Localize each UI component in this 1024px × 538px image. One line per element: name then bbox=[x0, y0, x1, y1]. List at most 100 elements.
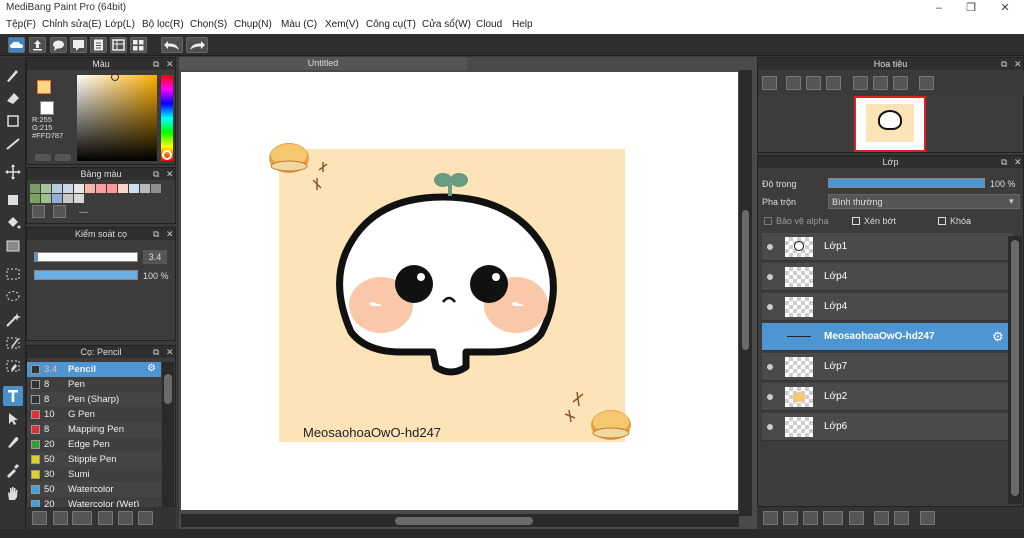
brush-list-scrollbar[interactable] bbox=[162, 362, 174, 508]
protect-alpha-checkbox[interactable] bbox=[764, 217, 772, 225]
fit-window-icon[interactable] bbox=[806, 76, 821, 90]
palette-swatch[interactable] bbox=[74, 194, 84, 203]
picker-cursor[interactable] bbox=[111, 73, 119, 81]
lock-checkbox[interactable] bbox=[938, 217, 946, 225]
palette-swatch[interactable] bbox=[140, 184, 150, 193]
close-panel-icon[interactable]: ✕ bbox=[1014, 156, 1022, 168]
palette-swatch[interactable] bbox=[129, 184, 139, 193]
trash-icon[interactable] bbox=[53, 205, 66, 218]
flip-icon[interactable] bbox=[919, 76, 934, 90]
select-tool-icon[interactable] bbox=[3, 264, 23, 284]
eye-icon[interactable] bbox=[767, 274, 773, 280]
palette-swatch[interactable] bbox=[41, 194, 51, 203]
menu-window[interactable]: Cửa sổ(W) bbox=[422, 19, 471, 30]
brush-opacity-slider[interactable] bbox=[34, 270, 138, 280]
close-panel-icon[interactable]: ✕ bbox=[166, 58, 174, 70]
undock-icon[interactable]: ⧉ bbox=[153, 228, 159, 240]
reset-rotation-icon[interactable] bbox=[873, 76, 888, 90]
palette-swatch[interactable] bbox=[107, 184, 117, 193]
layer-row[interactable]: Lớp7 bbox=[762, 353, 1013, 381]
clipping-checkbox[interactable] bbox=[852, 217, 860, 225]
fill-rect-tool-icon[interactable] bbox=[3, 190, 23, 210]
palette-swatch[interactable] bbox=[118, 184, 128, 193]
menu-select[interactable]: Chọn(S) bbox=[190, 19, 227, 30]
layer-row[interactable]: Lớp2 bbox=[762, 383, 1013, 411]
close-panel-icon[interactable]: ✕ bbox=[166, 228, 174, 240]
eraser-tool-icon[interactable] bbox=[3, 88, 23, 108]
undock-icon[interactable]: ⧉ bbox=[153, 346, 159, 358]
document-icon[interactable] bbox=[90, 37, 107, 53]
brush-item[interactable]: 10 G Pen bbox=[27, 407, 161, 422]
new-layer-icon[interactable] bbox=[763, 511, 778, 525]
menu-help[interactable]: Help bbox=[512, 19, 533, 30]
palette-swatch[interactable] bbox=[30, 194, 40, 203]
layer-row[interactable]: Lớp4 bbox=[762, 263, 1013, 291]
palette-swatch[interactable] bbox=[74, 184, 84, 193]
folder-icon[interactable] bbox=[849, 511, 864, 525]
menu-edit[interactable]: Chỉnh sửa(E) bbox=[42, 19, 102, 30]
grid-icon[interactable] bbox=[130, 37, 147, 53]
lasso-tool-icon[interactable] bbox=[3, 287, 23, 307]
brush-item[interactable]: 50 Stipple Pen bbox=[27, 452, 161, 467]
palette-swatch[interactable] bbox=[96, 184, 106, 193]
hue-slider-thumb[interactable] bbox=[162, 150, 172, 160]
undock-icon[interactable]: ⧉ bbox=[153, 168, 159, 180]
merge-down-icon[interactable] bbox=[894, 511, 909, 525]
menu-capture[interactable]: Chụp(N) bbox=[234, 19, 272, 30]
menu-file[interactable]: Tệp(F) bbox=[6, 19, 36, 30]
navigator-preview[interactable] bbox=[854, 96, 926, 152]
select-pen-icon[interactable] bbox=[3, 333, 23, 353]
brush-item[interactable]: 3.4 Pencil ⚙ bbox=[27, 362, 161, 377]
select-eraser-icon[interactable] bbox=[3, 356, 23, 376]
new-palette-button[interactable] bbox=[32, 205, 45, 218]
add-brush-icon[interactable] bbox=[32, 511, 47, 525]
blend-mode-select[interactable]: Bình thường ▾ bbox=[828, 194, 1020, 209]
palette-swatch[interactable] bbox=[30, 184, 40, 193]
canvas-horizontal-scrollbar[interactable] bbox=[181, 514, 739, 527]
palette-swatch[interactable] bbox=[52, 194, 62, 203]
eyedropper-tool-icon[interactable] bbox=[3, 460, 23, 480]
brush-item[interactable]: 50 Watercolor bbox=[27, 482, 161, 497]
close-panel-icon[interactable]: ✕ bbox=[166, 346, 174, 358]
folder-icon[interactable] bbox=[118, 511, 133, 525]
gear-icon[interactable]: ⚙ bbox=[992, 329, 1004, 345]
brush-item[interactable]: 8 Pen bbox=[27, 377, 161, 392]
undock-icon[interactable]: ⧉ bbox=[1001, 58, 1007, 70]
eye-icon[interactable] bbox=[767, 394, 773, 400]
close-panel-icon[interactable]: ✕ bbox=[166, 168, 174, 180]
layer-opacity-slider[interactable] bbox=[828, 178, 985, 188]
close-button[interactable]: ✕ bbox=[990, 0, 1020, 17]
new-halftone-layer-icon[interactable] bbox=[783, 511, 798, 525]
layer-row[interactable]: Lớp6 bbox=[762, 413, 1013, 441]
line-tool-icon[interactable] bbox=[3, 134, 23, 154]
brush-item[interactable]: 30 Sumi bbox=[27, 467, 161, 482]
palette-swatch[interactable] bbox=[63, 184, 73, 193]
menu-layer[interactable]: Lớp(L) bbox=[105, 19, 135, 30]
secondary-color-swatch[interactable] bbox=[40, 101, 54, 115]
zoom-fit-icon[interactable] bbox=[762, 76, 777, 90]
grid-doc-icon[interactable] bbox=[110, 37, 127, 53]
palette-swatch[interactable] bbox=[52, 184, 62, 193]
eyedrop-color-button[interactable] bbox=[55, 154, 71, 161]
menu-color[interactable]: Màu (C) bbox=[281, 19, 317, 30]
minimize-button[interactable]: – bbox=[924, 0, 954, 17]
palette-swatch[interactable] bbox=[151, 184, 161, 193]
undo-icon[interactable] bbox=[161, 37, 183, 53]
menu-cloud[interactable]: Cloud bbox=[476, 19, 502, 30]
brush-menu-icon[interactable] bbox=[72, 511, 92, 525]
eye-icon[interactable] bbox=[767, 244, 773, 250]
move-tool-icon[interactable] bbox=[3, 162, 23, 182]
rotate-right-icon[interactable] bbox=[893, 76, 908, 90]
menu-filter[interactable]: Bộ lọc(R) bbox=[142, 19, 184, 30]
brush-size-value[interactable]: 3.4 bbox=[143, 250, 167, 264]
chat-icon[interactable] bbox=[50, 37, 67, 53]
layer-row[interactable]: MeosaohoaOwO-hd247 ⚙ bbox=[762, 323, 1013, 351]
brush-size-slider[interactable] bbox=[34, 252, 138, 262]
text-tool-icon[interactable] bbox=[3, 386, 23, 406]
upload-icon[interactable] bbox=[29, 37, 46, 53]
rotate-left-icon[interactable] bbox=[853, 76, 868, 90]
magic-wand-icon[interactable] bbox=[3, 310, 23, 330]
new-brush-icon[interactable] bbox=[53, 511, 68, 525]
primary-color-swatch[interactable] bbox=[37, 80, 51, 94]
eye-icon[interactable] bbox=[767, 364, 773, 370]
